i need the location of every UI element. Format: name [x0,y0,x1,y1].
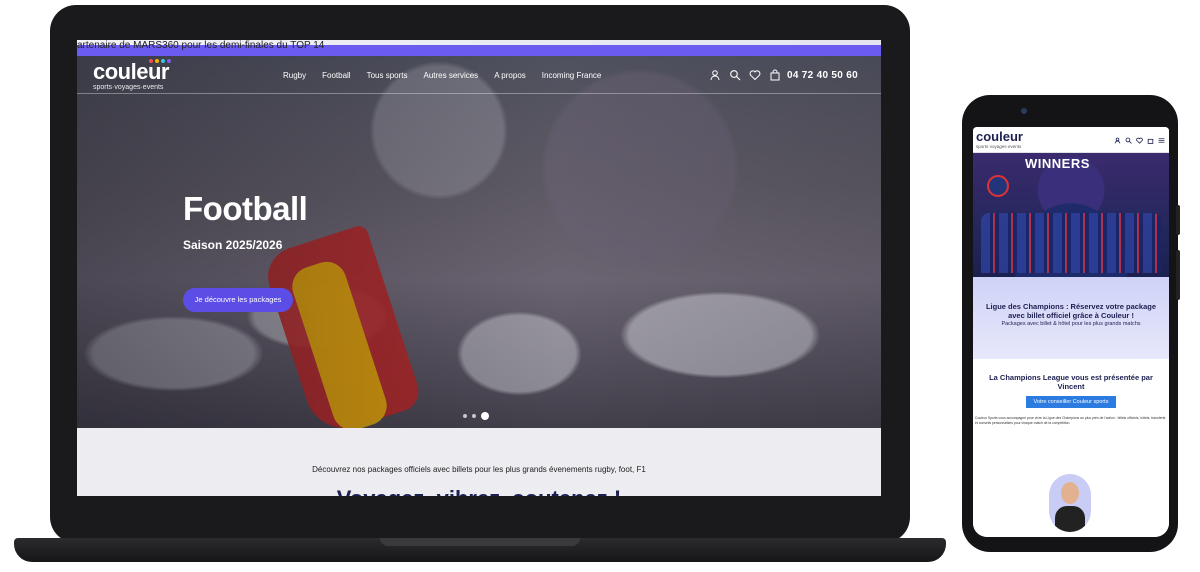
discover-packages-button[interactable]: Je découvre les packages [183,288,293,312]
logo-word: couleur [93,59,169,84]
heart-icon[interactable] [1136,137,1143,144]
logo-dots-icon [149,59,171,63]
top-navbar: couleur sports·voyages·events Rugby Foot… [77,56,881,94]
promo-subtitle: Packages avec billet & hôtel pour les pl… [1001,321,1141,327]
carousel-dot[interactable] [463,414,467,418]
laptop-notch [380,538,580,546]
advisor-title: La Champions League vous est présentée p… [989,373,1153,391]
phone-side-button [1176,250,1180,300]
carousel-dots [463,412,489,420]
advisor-body-text: Couleur Sports vous accompagne pour vivr… [975,416,1166,425]
phone-screen: couleur sports·voyages·events WINNERS Li… [973,127,1169,537]
nav-item-rugby[interactable]: Rugby [283,71,306,81]
winners-banner: WINNERS [1025,156,1090,171]
team-photo [981,213,1161,273]
nav-icons [709,69,781,81]
camera-icon [1021,108,1027,114]
carousel-dot[interactable] [472,414,476,418]
nav-item-football[interactable]: Football [322,71,350,81]
champions-league-promo: Ligue des Champions : Réservez votre pac… [973,277,1169,359]
phone-number-link[interactable]: 04 72 40 50 60 [787,70,858,81]
user-icon[interactable] [1114,137,1121,144]
nav-item-a-propos[interactable]: A propos [494,71,526,81]
advisor-button[interactable]: Votre conseiller Couleur sports [1026,396,1116,408]
hero-subtitle: Saison 2025/2026 [183,238,283,252]
advisor-body [1055,506,1085,532]
club-crest-icon [987,175,1009,197]
mobile-hero-image: WINNERS [973,153,1169,277]
mobile-logo-word: couleur [976,129,1023,144]
menu-icon[interactable] [1158,137,1165,144]
intro-text: Découvrez nos packages officiels avec bi… [312,465,646,474]
nav-item-autres-services[interactable]: Autres services [424,71,479,81]
announcement-ticker[interactable]: artenaire de MARS360 pour les demi-final… [77,40,881,56]
user-icon[interactable] [709,69,721,81]
logo-tagline: sports·voyages·events [93,84,164,91]
device-mockup: artenaire de MARS360 pour les demi-final… [0,0,1200,572]
nav-item-incoming-france[interactable]: Incoming France [542,71,602,81]
brand-logo[interactable]: couleur sports·voyages·events [93,59,171,92]
main-nav: Rugby Football Tous sports Autres servic… [283,71,601,81]
advisor-avatar [1049,474,1091,532]
mobile-logo-tagline: sports·voyages·events [976,144,1022,149]
phone-side-button [1176,205,1180,235]
ticker-text[interactable]: artenaire de MARS360 pour les demi-final… [77,40,324,52]
intro-heading: Voyagez, vibrez, soutenez ! [77,486,881,496]
mobile-header: couleur sports·voyages·events [973,127,1169,153]
carousel-dot-active[interactable] [481,412,489,420]
promo-title: Ligue des Champions : Réservez votre pac… [985,302,1157,320]
heart-icon[interactable] [749,69,761,81]
laptop-screen: artenaire de MARS360 pour les demi-final… [77,40,881,496]
mobile-brand-logo[interactable]: couleur sports·voyages·events [976,130,1023,150]
search-icon[interactable] [729,69,741,81]
intro-section: Découvrez nos packages officiels avec bi… [77,428,881,496]
cart-icon[interactable] [1147,137,1154,144]
advisor-face [1061,482,1079,504]
search-icon[interactable] [1125,137,1132,144]
nav-item-tous-sports[interactable]: Tous sports [367,71,408,81]
hero-title: Football [183,190,308,227]
advisor-section: La Champions League vous est présentée p… [973,359,1169,537]
mobile-header-icons [1114,137,1165,144]
cart-icon[interactable] [769,69,781,81]
